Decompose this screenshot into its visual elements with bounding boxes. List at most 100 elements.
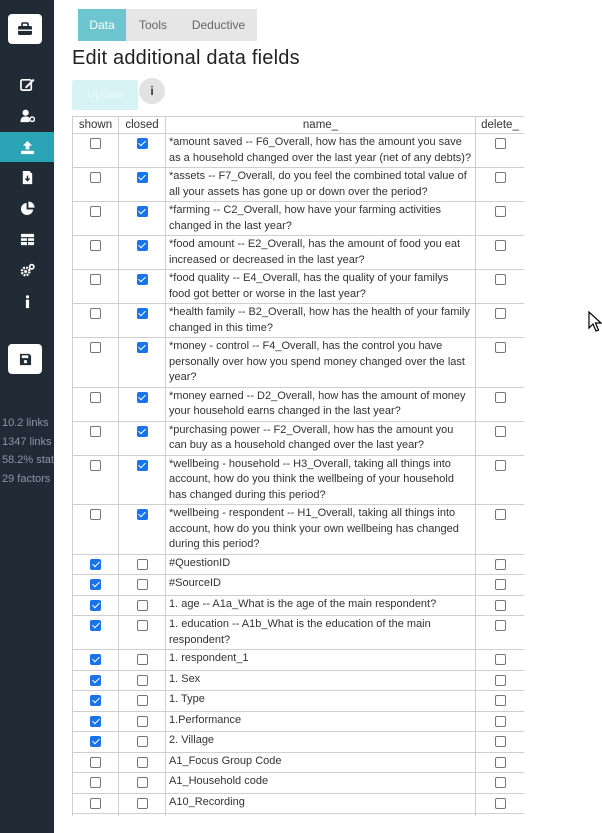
- tab-bar: Data Tools Deductive: [78, 9, 257, 41]
- shown-checkbox[interactable]: [90, 674, 101, 686]
- closed-checkbox[interactable]: [136, 274, 148, 285]
- closed-cell: [118, 303, 166, 338]
- sidebar-item-upload[interactable]: [0, 132, 54, 162]
- toolbox-button[interactable]: [8, 14, 42, 44]
- sidebar-item-settings[interactable]: [0, 256, 54, 284]
- closed-checkbox[interactable]: [136, 579, 148, 590]
- table-row: A10_Recording: [72, 792, 524, 814]
- info-button[interactable]: i: [139, 78, 165, 104]
- delete-checkbox[interactable]: [494, 138, 506, 149]
- shown-checkbox[interactable]: [90, 240, 101, 251]
- table-row: *health family -- B2_Overall, how has th…: [72, 303, 524, 338]
- field-name-cell: *health family -- B2_Overall, how has th…: [165, 303, 476, 338]
- shown-checkbox[interactable]: [90, 620, 101, 631]
- delete-checkbox[interactable]: [494, 509, 506, 520]
- delete-checkbox[interactable]: [494, 715, 506, 727]
- shown-checkbox[interactable]: [90, 579, 101, 590]
- delete-checkbox[interactable]: [494, 797, 506, 809]
- column-header-closed[interactable]: closed: [118, 116, 166, 134]
- shown-checkbox[interactable]: [90, 695, 101, 706]
- closed-checkbox[interactable]: [136, 695, 148, 706]
- delete-checkbox[interactable]: [494, 777, 506, 788]
- delete-checkbox[interactable]: [494, 425, 506, 437]
- tab-data[interactable]: Data: [78, 9, 126, 41]
- closed-checkbox[interactable]: [136, 797, 148, 809]
- closed-checkbox[interactable]: [136, 172, 148, 183]
- table-row: A10_To make sure our record of the inter…: [72, 813, 524, 816]
- shown-checkbox[interactable]: [90, 459, 101, 471]
- closed-checkbox[interactable]: [136, 240, 148, 251]
- shown-checkbox[interactable]: [90, 274, 101, 285]
- sidebar-item-download[interactable]: [0, 163, 54, 191]
- sidebar-item-table[interactable]: [0, 225, 54, 253]
- save-button[interactable]: [8, 344, 42, 374]
- delete-checkbox[interactable]: [494, 274, 506, 285]
- delete-checkbox[interactable]: [494, 695, 506, 706]
- tab-tools[interactable]: Tools: [126, 9, 180, 41]
- shown-checkbox[interactable]: [90, 138, 101, 149]
- closed-checkbox[interactable]: [136, 777, 148, 788]
- closed-checkbox[interactable]: [136, 654, 148, 665]
- delete-checkbox[interactable]: [494, 240, 506, 251]
- delete-checkbox[interactable]: [494, 308, 506, 319]
- closed-checkbox[interactable]: [136, 342, 148, 353]
- shown-checkbox[interactable]: [90, 308, 101, 319]
- shown-checkbox[interactable]: [90, 425, 101, 437]
- closed-checkbox[interactable]: [136, 459, 148, 471]
- closed-cell: [118, 167, 166, 202]
- sidebar-item-chart[interactable]: [0, 194, 54, 222]
- closed-checkbox[interactable]: [136, 391, 148, 403]
- shown-checkbox[interactable]: [90, 558, 101, 570]
- column-header-name[interactable]: name_: [165, 116, 476, 134]
- shown-checkbox[interactable]: [90, 777, 101, 788]
- delete-checkbox[interactable]: [494, 599, 506, 611]
- table-row: *purchasing power -- F2_Overall, how has…: [72, 420, 524, 456]
- column-header-shown[interactable]: shown: [72, 116, 119, 134]
- shown-checkbox[interactable]: [90, 172, 101, 183]
- data-fields-table-container[interactable]: shown closed name_ delete_ *amount saved…: [72, 116, 524, 816]
- delete-cell: [475, 303, 524, 338]
- sidebar-item-info[interactable]: [0, 287, 54, 315]
- delete-checkbox[interactable]: [494, 674, 506, 686]
- closed-checkbox[interactable]: [136, 558, 148, 570]
- sidebar-item-user-settings[interactable]: [0, 101, 54, 129]
- closed-checkbox[interactable]: [136, 206, 148, 217]
- delete-checkbox[interactable]: [494, 558, 506, 570]
- closed-checkbox[interactable]: [136, 715, 148, 727]
- delete-checkbox[interactable]: [494, 579, 506, 590]
- shown-checkbox[interactable]: [90, 599, 101, 611]
- sidebar-item-edit[interactable]: [0, 70, 54, 98]
- shown-cell: [72, 303, 119, 338]
- column-header-delete[interactable]: delete_: [475, 116, 524, 134]
- shown-checkbox[interactable]: [90, 654, 101, 665]
- closed-checkbox[interactable]: [136, 425, 148, 437]
- closed-checkbox[interactable]: [136, 509, 148, 520]
- closed-checkbox[interactable]: [136, 599, 148, 611]
- shown-checkbox[interactable]: [90, 509, 101, 520]
- closed-checkbox[interactable]: [136, 620, 148, 631]
- closed-checkbox[interactable]: [136, 308, 148, 319]
- table-row: 1. respondent_1: [72, 649, 524, 671]
- shown-checkbox[interactable]: [90, 206, 101, 217]
- delete-checkbox[interactable]: [494, 654, 506, 665]
- shown-checkbox[interactable]: [90, 391, 101, 403]
- shown-checkbox[interactable]: [90, 342, 101, 353]
- closed-checkbox[interactable]: [136, 756, 148, 768]
- delete-checkbox[interactable]: [494, 342, 506, 353]
- shown-checkbox[interactable]: [90, 797, 101, 809]
- delete-checkbox[interactable]: [494, 172, 506, 183]
- closed-checkbox[interactable]: [136, 736, 148, 747]
- delete-checkbox[interactable]: [494, 391, 506, 403]
- shown-checkbox[interactable]: [90, 736, 101, 747]
- update-button[interactable]: Update: [72, 80, 138, 110]
- shown-checkbox[interactable]: [90, 715, 101, 727]
- shown-checkbox[interactable]: [90, 756, 101, 768]
- closed-checkbox[interactable]: [136, 138, 148, 149]
- delete-checkbox[interactable]: [494, 620, 506, 631]
- delete-checkbox[interactable]: [494, 756, 506, 768]
- delete-checkbox[interactable]: [494, 736, 506, 747]
- tab-deductive[interactable]: Deductive: [180, 9, 257, 41]
- closed-checkbox[interactable]: [136, 674, 148, 686]
- delete-checkbox[interactable]: [494, 459, 506, 471]
- delete-checkbox[interactable]: [494, 206, 506, 217]
